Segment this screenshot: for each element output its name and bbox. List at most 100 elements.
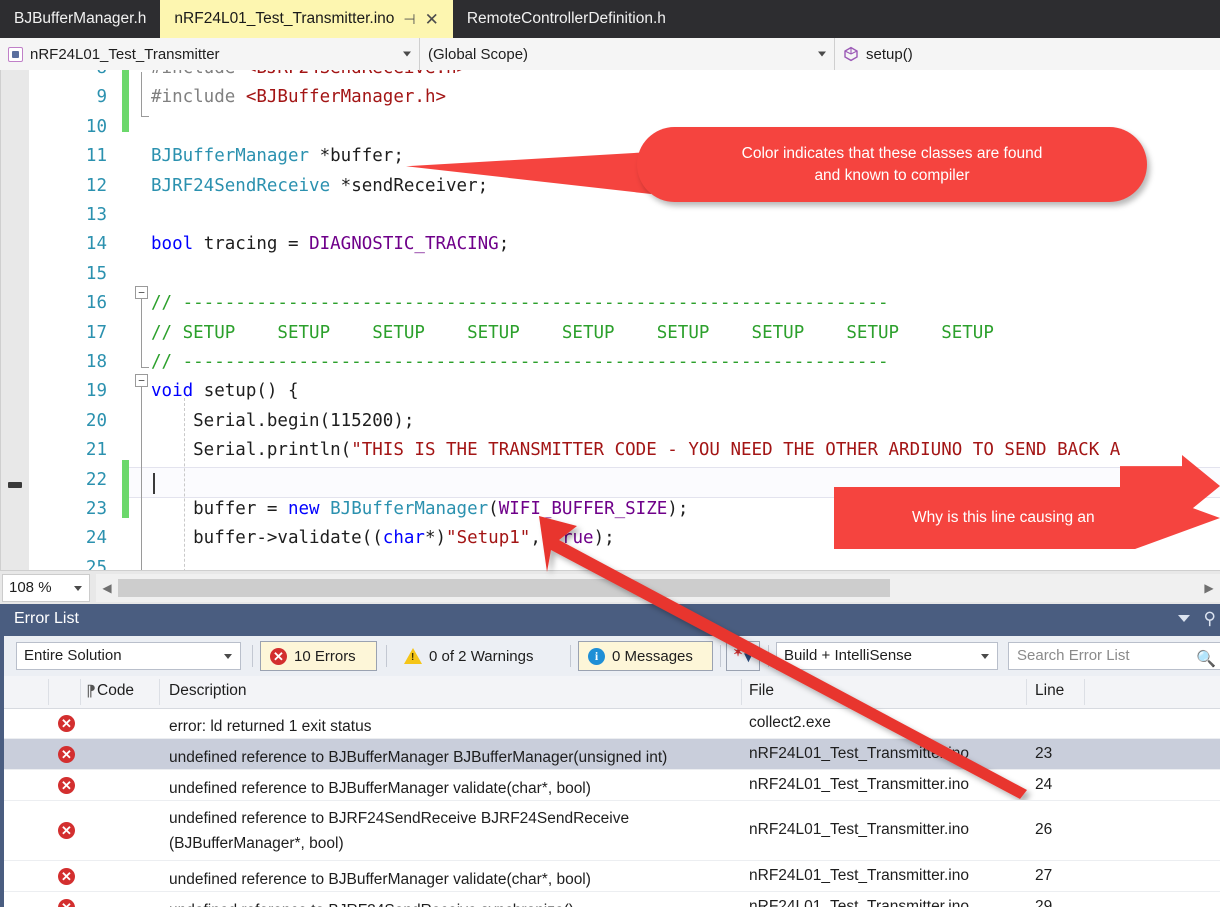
errors-count-label: 10 Errors	[294, 647, 356, 665]
warnings-count-label: 0 of 2 Warnings	[429, 647, 534, 665]
breakpoint-glyph-icon[interactable]	[8, 482, 22, 488]
errors-toggle-button[interactable]: ✕ 10 Errors	[260, 641, 377, 671]
callout-1-line-1: Color indicates that these classes are f…	[741, 144, 1043, 162]
error-icon: ✕	[58, 745, 75, 763]
error-icon: ✕	[58, 714, 75, 732]
error-list-rows[interactable]: ✕ error: ld returned 1 exit status collect…	[4, 708, 1220, 907]
line-number: 24	[85, 528, 107, 549]
code-text: bool tracing = DIAGNOSTIC_TRACING;	[151, 230, 509, 259]
error-list-row[interactable]: ✕ undefined reference to BJRF24SendReceiv…	[4, 892, 1220, 907]
messages-toggle-button[interactable]: i 0 Messages	[578, 641, 713, 671]
tab-close-icon[interactable]: ✕	[425, 11, 439, 28]
error-list-row[interactable]: ✕ undefined reference to BJBufferManager …	[4, 739, 1220, 770]
error-line-number: 26	[1035, 821, 1053, 838]
scroll-right-arrow-icon[interactable]: ▶	[1198, 574, 1220, 602]
code-line[interactable]: 18 // -----------------------------------…	[29, 348, 1220, 377]
code-text: BJRF24SendReceive *sendReceiver;	[151, 172, 488, 201]
line-number: 8	[29, 70, 107, 83]
error-description: error: ld returned 1 exit status	[169, 718, 372, 735]
code-token: );	[667, 499, 689, 519]
messages-count-label: 0 Messages	[612, 647, 693, 665]
code-token: BJBufferManager	[330, 499, 489, 519]
code-token: <BJBufferManager.h>	[245, 87, 447, 108]
code-text: void setup() {	[151, 377, 299, 406]
column-header-file[interactable]: File	[749, 682, 774, 700]
error-list-row[interactable]: ✕ undefined reference to BJBufferManager …	[4, 861, 1220, 892]
error-icon: ✕	[270, 647, 287, 665]
error-list-title-bar: Error List ⚲	[4, 604, 1220, 636]
search-icon[interactable]: 🔍	[1196, 647, 1216, 673]
warnings-toggle-button[interactable]: 0 of 2 Warnings	[394, 641, 563, 671]
project-dropdown[interactable]: nRF24L01_Test_Transmitter	[0, 38, 420, 70]
code-token: #include	[151, 70, 246, 78]
code-line[interactable]: 19 void setup() {	[29, 377, 1220, 406]
code-text: BJBufferManager *buffer;	[151, 142, 404, 171]
error-list-row[interactable]: ✕ error: ld returned 1 exit status collect…	[4, 708, 1220, 739]
code-token: char	[382, 528, 425, 549]
line-number: 10	[85, 116, 107, 137]
column-header-icon[interactable]: ⁋	[86, 682, 96, 701]
scope-filter-dropdown[interactable]: Entire Solution	[16, 642, 241, 670]
scroll-left-arrow-icon[interactable]: ◀	[96, 574, 118, 602]
error-line-number: 24	[1035, 775, 1053, 793]
error-line-number: 29	[1035, 897, 1053, 907]
code-line[interactable]: 20 Serial.begin(115200);	[29, 407, 1220, 436]
error-list-panel: Error List ⚲ Entire Solution ✕ 10 Errors…	[0, 604, 1220, 907]
code-line[interactable]: 14 bool tracing = DIAGNOSTIC_TRACING;	[29, 230, 1220, 259]
project-file-icon	[8, 46, 23, 62]
tab-pin-icon[interactable]: ⊣	[403, 12, 415, 26]
code-line[interactable]: 13	[29, 201, 1220, 230]
column-header-code[interactable]: Code	[97, 682, 134, 700]
column-header-description[interactable]: Description	[169, 682, 247, 700]
code-line[interactable]: 21 Serial.println("THIS IS THE TRANSMITT…	[29, 436, 1220, 465]
column-header-line[interactable]: Line	[1035, 682, 1064, 700]
line-number: 21	[85, 440, 107, 461]
funnel-icon: ▼	[741, 649, 756, 666]
error-list-row[interactable]: ✕ undefined reference to BJBufferManager …	[4, 770, 1220, 801]
error-icon: ✕	[58, 898, 75, 907]
code-token: ,	[530, 528, 552, 549]
code-line[interactable]: 16 // -----------------------------------…	[29, 289, 1220, 318]
scrollbar-thumb[interactable]	[118, 579, 890, 597]
editor-tab-1[interactable]: nRF24L01_Test_Transmitter.ino ⊣ ✕	[160, 0, 453, 38]
horizontal-scrollbar[interactable]: ◀ ▶	[96, 574, 1220, 602]
search-error-list-input[interactable]: Search Error List 🔍	[1008, 642, 1220, 670]
search-placeholder-label: Search Error List	[1017, 647, 1130, 664]
error-description: undefined reference to BJRF24SendReceive…	[169, 898, 744, 907]
build-filter-dropdown[interactable]: Build + IntelliSense	[776, 642, 998, 670]
code-text: #include <BJRF24SendReceive.h>	[151, 70, 467, 83]
editor-tab-2[interactable]: RemoteControllerDefinition.h	[452, 0, 680, 38]
editor-tab-strip: BJBufferManager.h nRF24L01_Test_Transmitt…	[0, 0, 1220, 39]
auto-hide-pin-icon[interactable]: ⚲	[1204, 610, 1216, 627]
error-icon: ✕	[58, 822, 75, 839]
scope-dropdown[interactable]: (Global Scope)	[420, 38, 835, 70]
error-description: undefined reference to BJRF24SendReceive…	[169, 810, 630, 852]
code-token: *)	[424, 528, 447, 549]
code-token: ;	[498, 234, 510, 255]
code-line[interactable]: 9 #include <BJBufferManager.h>	[29, 83, 1220, 112]
editor-tab-label: nRF24L01_Test_Transmitter.ino	[174, 10, 395, 27]
code-token: "THIS IS THE TRANSMITTER CODE - YOU NEED…	[351, 440, 1121, 461]
line-number: 11	[85, 146, 107, 167]
error-line-number: 27	[1035, 866, 1053, 884]
error-icon: ✕	[58, 867, 75, 885]
code-line[interactable]: 17 // SETUP SETUP SETUP SETUP SETUP SETUP…	[29, 319, 1220, 348]
error-list-row[interactable]: ✕ undefined reference to BJRF24SendReceiv…	[4, 801, 1220, 861]
editor-tab-0[interactable]: BJBufferManager.h	[0, 0, 161, 38]
code-token: void	[151, 381, 194, 402]
code-token: // SETUP SETUP SETUP SETUP SETUP SETUP S…	[151, 322, 994, 343]
error-description: undefined reference to BJBufferManager v…	[169, 780, 591, 797]
code-token: (	[488, 499, 499, 519]
code-text: buffer->validate((char*)"Setup1", true);	[151, 524, 615, 553]
error-icon: ✕	[58, 776, 75, 794]
zoom-level-dropdown[interactable]: 108 %	[2, 574, 90, 602]
panel-menu-chevron-down-icon[interactable]	[1177, 615, 1190, 622]
code-token: WIFI_BUFFER_SIZE	[498, 499, 668, 519]
clear-filter-button[interactable]: ✶ ▼	[726, 641, 760, 671]
code-line[interactable]: 15	[29, 260, 1220, 289]
method-cube-icon	[843, 46, 859, 62]
code-line[interactable]: 8 #include <BJRF24SendReceive.h>	[29, 70, 1220, 83]
code-text: Serial.begin(115200);	[151, 407, 414, 436]
member-dropdown[interactable]: setup()	[835, 38, 1220, 70]
